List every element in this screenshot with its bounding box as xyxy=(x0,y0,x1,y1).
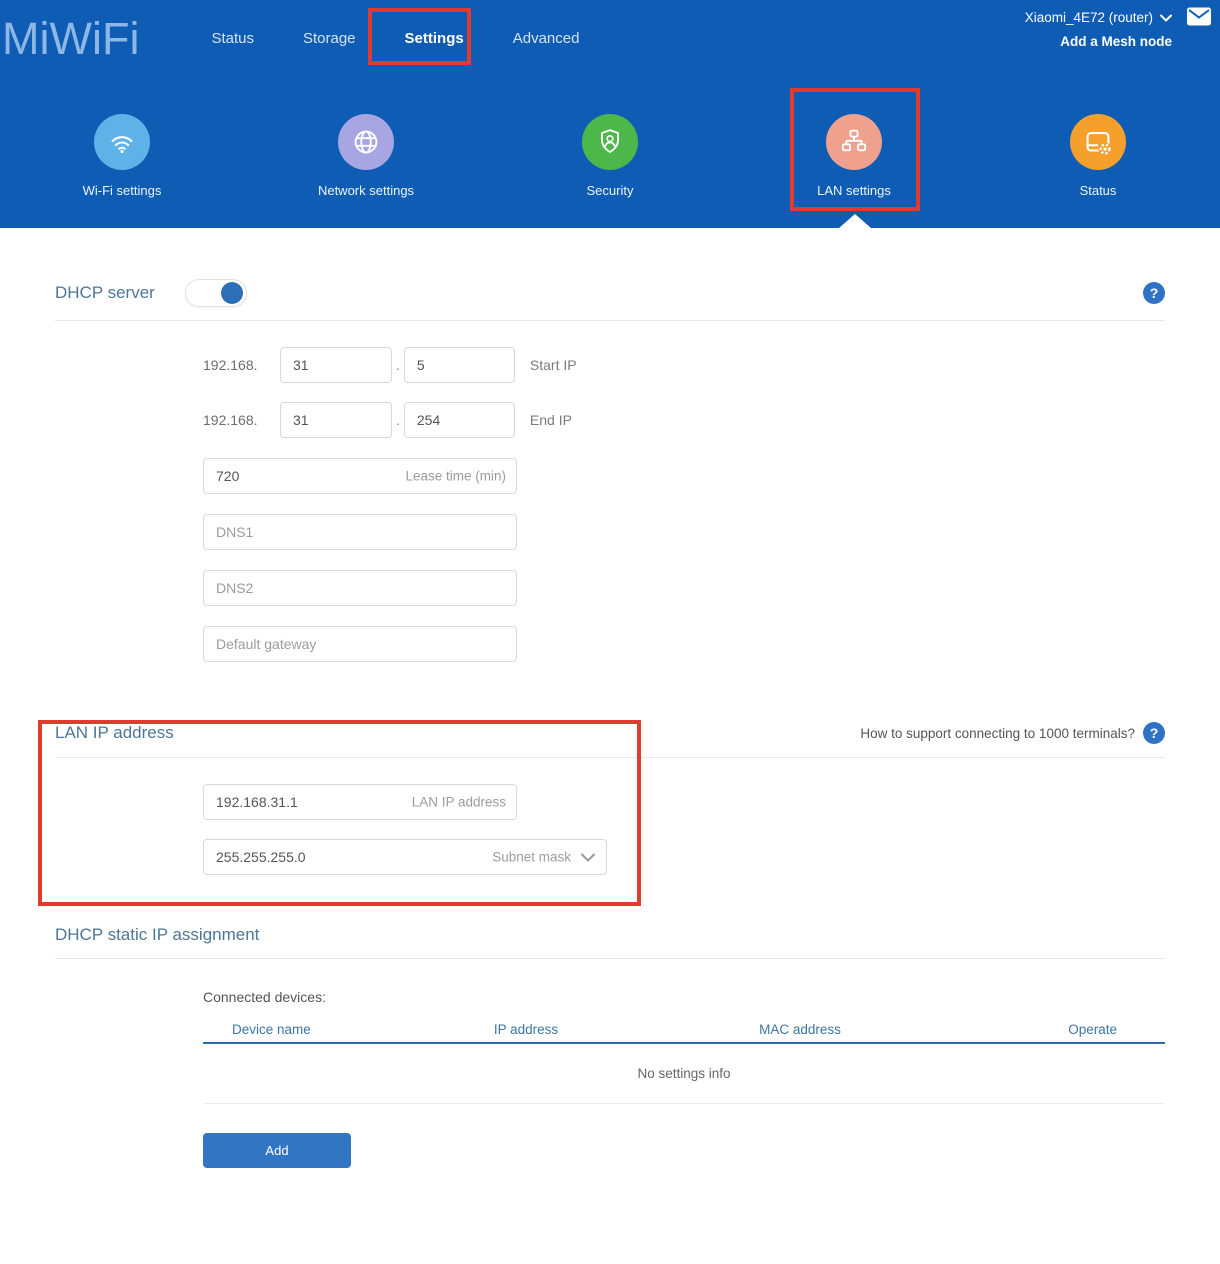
col-ip-address: IP address xyxy=(383,1022,669,1037)
dns2-input[interactable] xyxy=(203,570,517,606)
chevron-down-icon xyxy=(1160,10,1172,25)
tab-label: LAN settings xyxy=(817,183,891,198)
dns1-input[interactable] xyxy=(203,514,517,550)
subnet-mask-label: Subnet mask xyxy=(492,850,571,865)
nav-item-settings[interactable]: Settings xyxy=(403,24,466,53)
default-gateway-input[interactable] xyxy=(203,626,517,662)
dns1-field xyxy=(203,514,517,550)
octet-separator: . xyxy=(396,357,400,373)
lan-ip-field: LAN IP address xyxy=(203,784,517,820)
lan-nodes-icon xyxy=(826,114,882,170)
active-tab-pointer xyxy=(839,214,871,228)
globe-icon xyxy=(338,114,394,170)
octet-separator: . xyxy=(396,412,400,428)
wifi-icon xyxy=(94,114,150,170)
subnet-mask-dropdown[interactable]: Subnet mask xyxy=(492,850,596,865)
col-operate: Operate xyxy=(931,1022,1165,1037)
nav-item-storage[interactable]: Storage xyxy=(301,24,358,53)
end-ip-octet3-input[interactable] xyxy=(280,402,392,438)
static-ip-header: DHCP static IP assignment xyxy=(55,925,1165,945)
connected-devices-label: Connected devices: xyxy=(203,989,1165,1005)
lan-ip-header: LAN IP address How to support connecting… xyxy=(55,722,1165,744)
device-dropdown[interactable]: Xiaomi_4E72 (router) xyxy=(1025,10,1172,25)
dns2-field xyxy=(203,570,517,606)
lan-ip-form: LAN IP address Subnet mask xyxy=(203,784,1165,875)
end-ip-row: 192.168. . End IP xyxy=(203,402,1165,438)
lan-ip-input[interactable] xyxy=(203,784,517,820)
ip-prefix-label: 192.168. xyxy=(203,412,253,428)
header: MiWiFi Status Storage Settings Advanced … xyxy=(0,0,1220,228)
nav-item-status[interactable]: Status xyxy=(209,24,256,53)
section-title-static-ip: DHCP static IP assignment xyxy=(55,925,259,945)
tab-label: Status xyxy=(1080,183,1117,198)
main-nav: Status Storage Settings Advanced xyxy=(209,24,581,53)
table-empty-state: No settings info xyxy=(203,1044,1165,1104)
mail-icon[interactable] xyxy=(1186,6,1212,32)
header-right: Xiaomi_4E72 (router) Add a Mesh node xyxy=(1025,9,1172,49)
dhcp-toggle[interactable] xyxy=(185,279,247,307)
add-button[interactable]: Add xyxy=(203,1133,351,1168)
shield-icon xyxy=(582,114,638,170)
settings-tab-row: Wi-Fi settings Network settings Secu xyxy=(0,114,1220,198)
start-ip-octet4-input[interactable] xyxy=(404,347,515,383)
section-title-dhcp: DHCP server xyxy=(55,283,155,303)
lease-time-input[interactable] xyxy=(203,458,517,494)
tab-label: Network settings xyxy=(318,183,414,198)
start-ip-label: Start IP xyxy=(530,357,577,373)
start-ip-octet3-input[interactable] xyxy=(280,347,392,383)
table-header-row: Device name IP address MAC address Opera… xyxy=(203,1017,1165,1044)
divider xyxy=(55,320,1165,321)
terminals-help-text: How to support connecting to 1000 termin… xyxy=(860,726,1135,741)
chevron-down-icon xyxy=(580,852,596,862)
subnet-mask-field: Subnet mask xyxy=(203,839,607,875)
end-ip-octet4-input[interactable] xyxy=(404,402,515,438)
help-icon[interactable]: ? xyxy=(1143,722,1165,744)
end-ip-label: End IP xyxy=(530,412,572,428)
static-ip-table: Device name IP address MAC address Opera… xyxy=(203,1017,1165,1104)
miwifi-logo: MiWiFi xyxy=(2,16,139,61)
ip-prefix-label: 192.168. xyxy=(203,357,253,373)
default-gateway-field xyxy=(203,626,517,662)
nav-item-advanced[interactable]: Advanced xyxy=(511,24,582,53)
tab-network-settings[interactable]: Network settings xyxy=(286,114,446,198)
device-name: Xiaomi_4E72 (router) xyxy=(1025,10,1153,25)
col-device-name: Device name xyxy=(203,1022,383,1037)
top-bar: MiWiFi Status Storage Settings Advanced … xyxy=(0,0,1220,76)
start-ip-row: 192.168. . Start IP xyxy=(203,347,1165,383)
col-mac-address: MAC address xyxy=(669,1022,931,1037)
toggle-knob xyxy=(221,282,243,304)
dhcp-form: 192.168. . Start IP 192.168. . End IP Le… xyxy=(203,347,1165,662)
divider xyxy=(55,757,1165,758)
section-title-lan-ip: LAN IP address xyxy=(55,723,174,743)
tab-label: Wi-Fi settings xyxy=(83,183,162,198)
tab-lan-settings[interactable]: LAN settings xyxy=(774,114,934,198)
lan-help-row: How to support connecting to 1000 termin… xyxy=(860,722,1165,744)
router-gear-icon xyxy=(1070,114,1126,170)
main-content: DHCP server ? 192.168. . Start IP 192.16… xyxy=(0,228,1220,1168)
tab-label: Security xyxy=(587,183,634,198)
tab-security[interactable]: Security xyxy=(530,114,690,198)
tab-status[interactable]: Status xyxy=(1018,114,1178,198)
dhcp-server-header: DHCP server ? xyxy=(55,228,1165,307)
add-mesh-node-link[interactable]: Add a Mesh node xyxy=(1025,34,1172,49)
help-icon[interactable]: ? xyxy=(1143,282,1165,304)
tab-wifi-settings[interactable]: Wi-Fi settings xyxy=(42,114,202,198)
divider xyxy=(55,958,1165,959)
lease-time-field: Lease time (min) xyxy=(203,458,517,494)
